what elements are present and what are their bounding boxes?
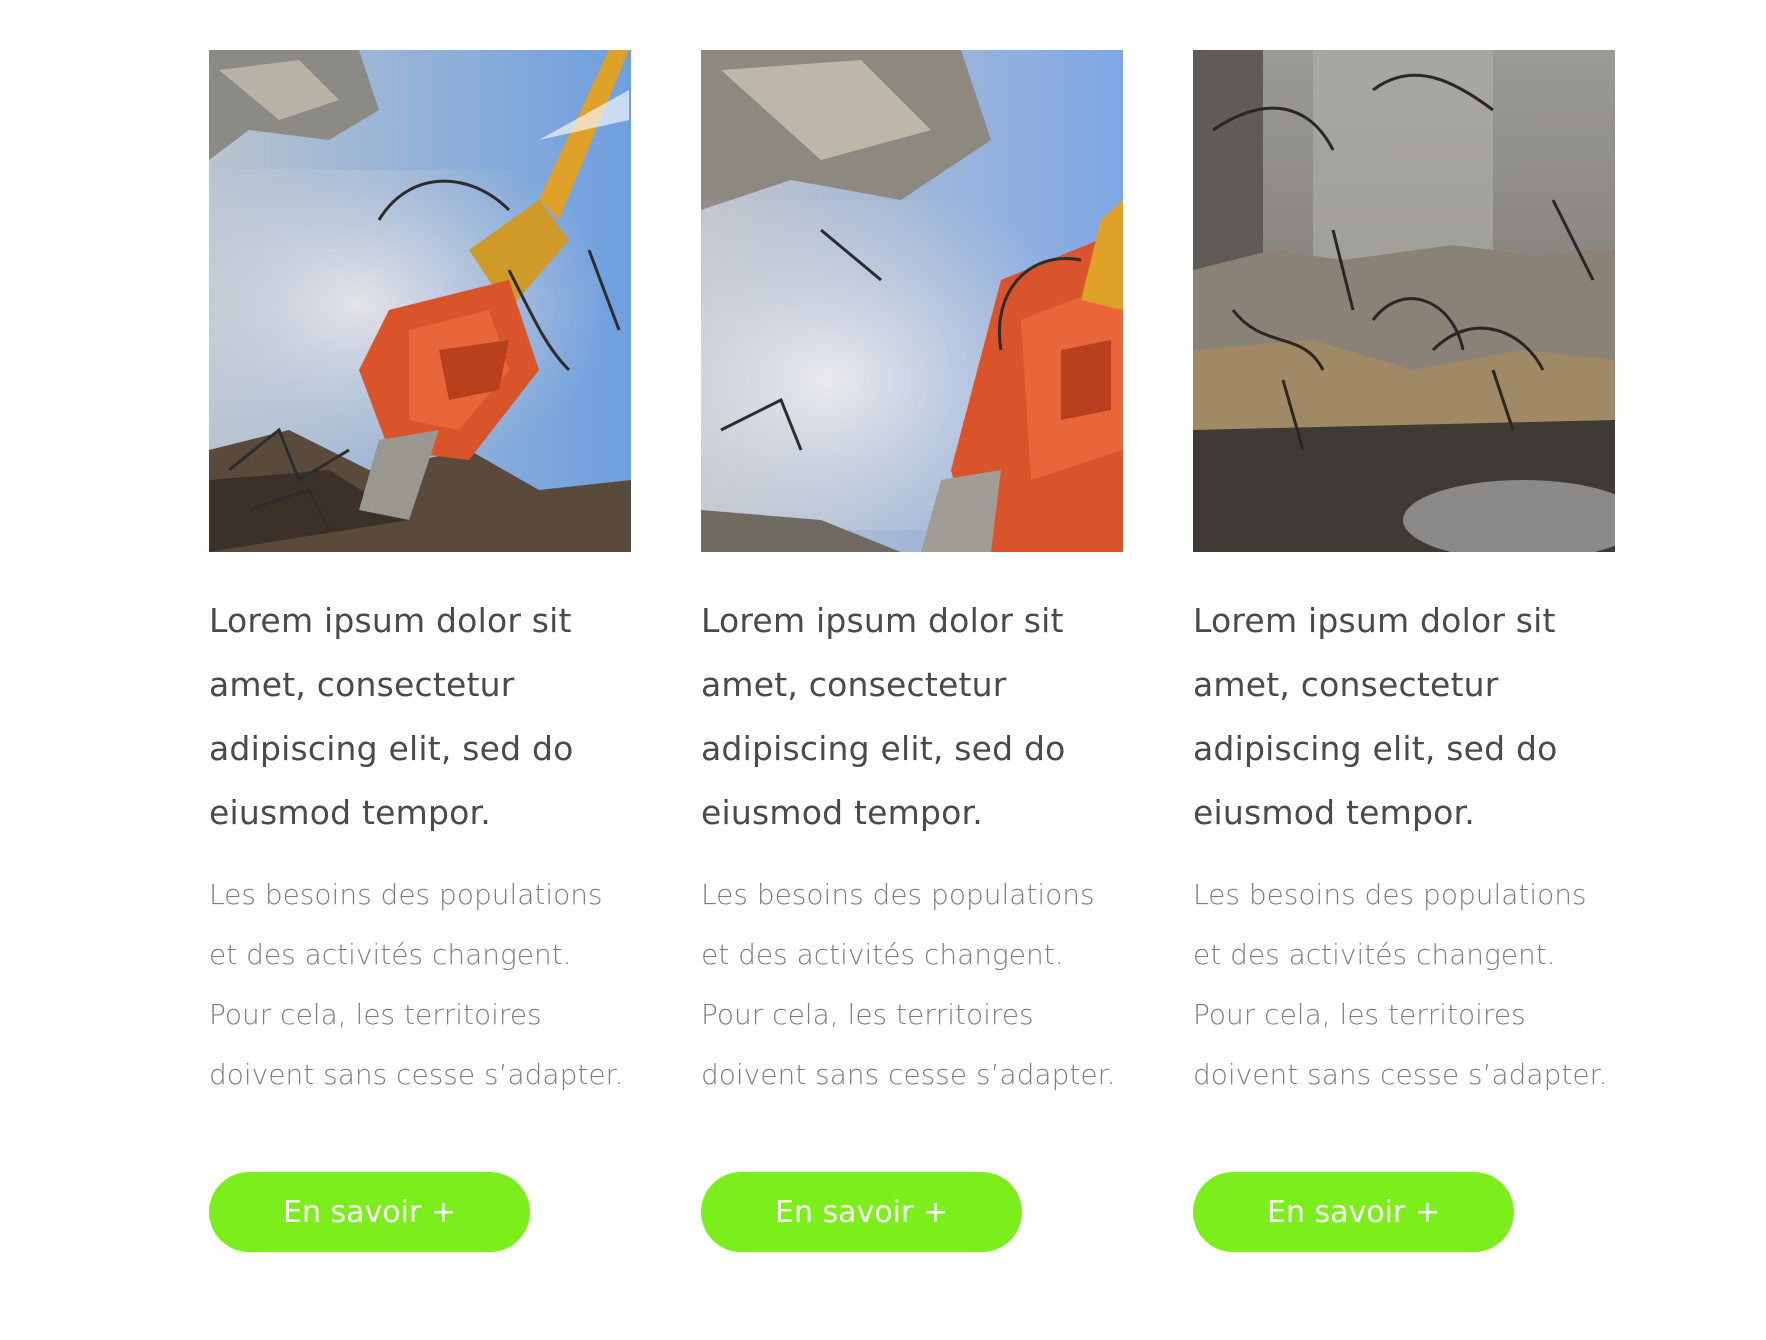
card-1-description: Les besoins des populations et des activ… [209,878,624,1091]
card-3: Lorem ipsum dolor sit amet, consectetur … [1193,50,1615,1252]
card-2: Lorem ipsum dolor sit amet, consectetur … [701,50,1123,1252]
card-2-description: Les besoins des populations et des activ… [701,878,1116,1091]
card-1-learn-more-button[interactable]: En savoir + [209,1172,530,1252]
card-3-description: Les besoins des populations et des activ… [1193,878,1608,1091]
card-1-headline: Lorem ipsum dolor sit amet, consectetur … [209,601,574,832]
card-3-image [1193,50,1615,552]
card-2-image [701,50,1123,552]
card-3-headline: Lorem ipsum dolor sit amet, consectetur … [1193,601,1558,832]
card-grid: Lorem ipsum dolor sit amet, consectetur … [0,0,1766,1340]
card-2-learn-more-button[interactable]: En savoir + [701,1172,1022,1252]
card-2-headline: Lorem ipsum dolor sit amet, consectetur … [701,601,1066,832]
card-1: Lorem ipsum dolor sit amet, consectetur … [209,50,631,1252]
card-3-learn-more-button[interactable]: En savoir + [1193,1172,1514,1252]
card-1-image [209,50,631,552]
